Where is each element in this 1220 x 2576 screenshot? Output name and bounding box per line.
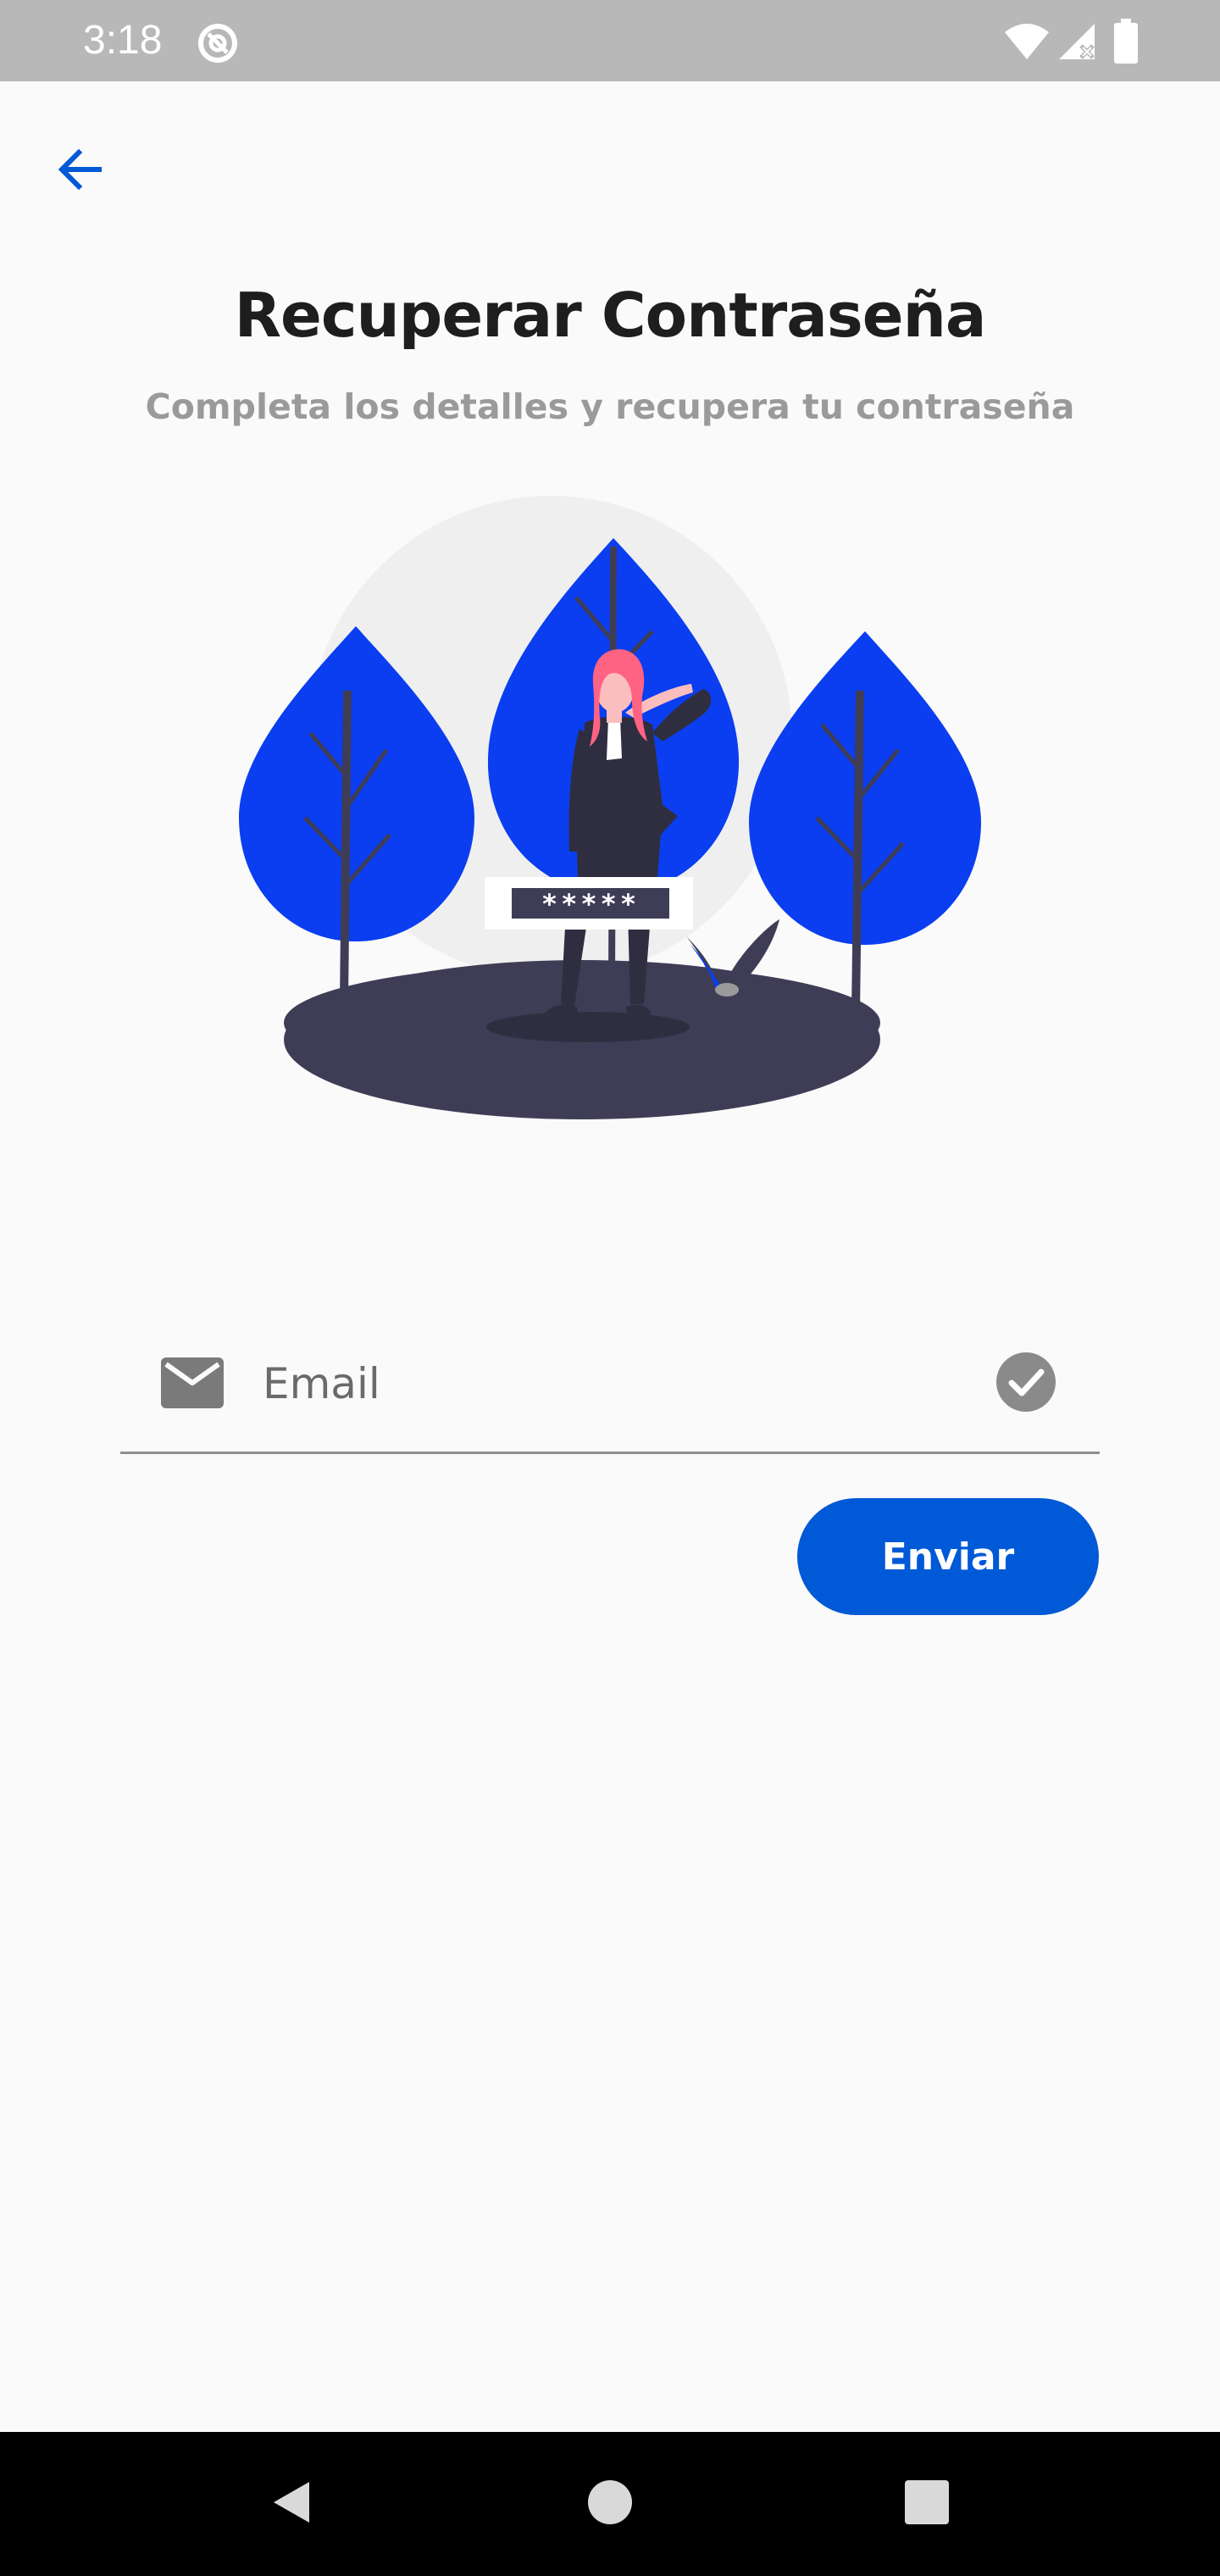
email-input[interactable] [263,1346,940,1422]
password-mask-text: ***** [541,888,640,920]
wifi-icon [1003,22,1051,61]
back-button[interactable] [34,123,127,216]
nav-back-button[interactable] [252,2466,329,2542]
arrow-left-icon [55,144,106,195]
nav-home-button[interactable] [572,2466,648,2542]
page-subtitle: Completa los detalles y recupera tu cont… [145,386,1075,427]
back-triangle-icon [265,2477,316,2531]
submit-button[interactable]: Enviar [797,1498,1099,1615]
at-sign-icon [197,22,239,64]
page-title: Recuperar Contraseña [234,280,987,351]
email-field-container [120,1330,1100,1454]
signal-icon [1056,20,1098,63]
status-bar: 3:18 [0,0,1220,81]
nav-recents-button[interactable] [889,2466,965,2542]
recents-square-icon [901,2477,952,2531]
battery-icon [1113,19,1139,64]
home-circle-icon [585,2477,635,2531]
navigation-bar [0,2432,1220,2576]
check-circle-icon [996,1352,1056,1412]
status-time: 3:18 [83,18,163,63]
mail-icon [161,1357,224,1408]
email-underline [120,1452,1100,1454]
password-recovery-illustration: ***** [229,496,991,1123]
